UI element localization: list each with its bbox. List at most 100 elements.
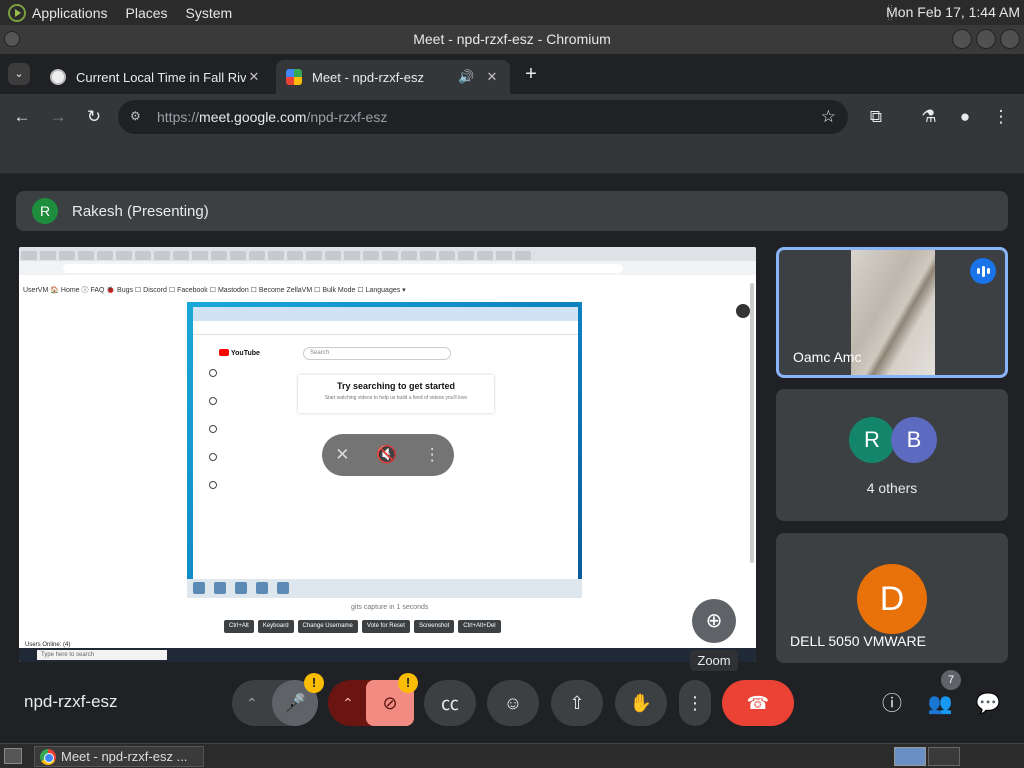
- participant-name: Oamc Amc: [793, 349, 862, 365]
- people-count-badge: 7: [941, 670, 961, 690]
- youtube-empty-card: Try searching to get started Start watch…: [298, 375, 494, 413]
- forward-arrow-icon[interactable]: →: [47, 106, 69, 128]
- presenter-avatar: R: [32, 198, 58, 224]
- minimize-button[interactable]: [952, 29, 972, 49]
- emoji-icon: ☺: [503, 692, 523, 713]
- panel-clock[interactable]: Mon Feb 17, 1:44 AM: [886, 4, 1020, 20]
- pinned-tile-controls: ✕ 🔇 ⋮: [322, 434, 454, 476]
- vm-button: Screenshot: [413, 620, 455, 633]
- new-tab-button[interactable]: +: [520, 64, 542, 86]
- meeting-info-icon[interactable]: ⓘ: [879, 691, 905, 717]
- google-meet-favicon-icon: [286, 69, 302, 85]
- zoom-in-icon[interactable]: ⊕: [692, 599, 736, 643]
- raise-hand-button[interactable]: ✋: [615, 680, 667, 726]
- chat-icon[interactable]: 💬: [975, 691, 1001, 717]
- participant-camera-feed: [851, 250, 935, 375]
- mic-warning-icon[interactable]: !: [304, 673, 324, 693]
- taskbar-chromium-window[interactable]: Meet - npd-rzxf-esz ...: [34, 746, 204, 767]
- site-info-icon[interactable]: ⚙: [130, 109, 146, 125]
- bookmark-star-icon[interactable]: ☆: [821, 107, 836, 127]
- address-bar[interactable]: ⚙ https://meet.google.com/npd-rzxf-esz ☆: [118, 100, 848, 134]
- shared-browser-addressbar: [19, 261, 756, 275]
- participant-tile-oamc[interactable]: Oamc Amc: [776, 247, 1008, 378]
- workspace-1[interactable]: [894, 747, 926, 766]
- vm-button: Keyboard: [257, 620, 294, 633]
- vm-button: Ctrl+Alt+Del: [458, 620, 501, 633]
- profile-icon[interactable]: ●: [954, 106, 976, 128]
- shared-scrollbar: [750, 283, 754, 563]
- vm-button: Change Username: [297, 620, 358, 633]
- video-options-chevron-icon[interactable]: ⌃: [342, 695, 354, 712]
- applications-menu[interactable]: Applications: [32, 5, 108, 21]
- close-tab-icon[interactable]: ✕: [484, 69, 500, 85]
- tab-google-meet[interactable]: Meet - npd-rzxf-esz 🔊 ✕: [276, 60, 510, 94]
- show-desktop-icon[interactable]: [4, 748, 22, 764]
- participant-tile-others[interactable]: R B 4 others: [776, 389, 1008, 521]
- present-screen-button[interactable]: ⇧: [551, 680, 603, 726]
- places-menu[interactable]: Places: [126, 5, 168, 21]
- taskbar-window-title: Meet - npd-rzxf-esz ...: [61, 749, 188, 764]
- extensions-puzzle-icon[interactable]: ⧉: [865, 106, 887, 128]
- window-menu-button[interactable]: [4, 31, 20, 47]
- maximize-button[interactable]: [976, 29, 996, 49]
- shared-taskbar-search: Type here to search: [37, 650, 167, 660]
- gnome-foot-icon[interactable]: [8, 3, 26, 22]
- shared-windows-taskbar: Type here to search: [19, 648, 756, 662]
- youtube-search-box: Search: [303, 347, 451, 360]
- participant-avatar: R: [849, 417, 895, 463]
- participant-avatar: B: [891, 417, 937, 463]
- window-titlebar[interactable]: Meet - npd-rzxf-esz - Chromium: [0, 25, 1024, 54]
- reactions-button[interactable]: ☺: [487, 680, 539, 726]
- speaking-indicator-icon: [970, 258, 996, 284]
- zoom-tooltip: Zoom: [690, 650, 738, 671]
- url-text[interactable]: https://meet.google.com/npd-rzxf-esz: [157, 109, 387, 125]
- more-vert-icon: ⋮: [686, 692, 704, 713]
- meet-stage: R Rakesh (Presenting) UserVM 🏠 Home ⓘ FA…: [0, 175, 1024, 743]
- close-tab-icon[interactable]: ✕: [246, 69, 262, 85]
- others-label: 4 others: [866, 480, 918, 496]
- youtube-empty-subtext: Start watching videos to help us build a…: [324, 395, 468, 401]
- window-title: Meet - npd-rzxf-esz - Chromium: [413, 31, 611, 47]
- presenter-bar: R Rakesh (Presenting): [16, 191, 1008, 231]
- tab-audio-playing-icon[interactable]: 🔊: [458, 69, 476, 85]
- tab-current-local-time[interactable]: Current Local Time in Fall Riv ✕: [40, 60, 272, 94]
- camera-warning-icon[interactable]: !: [398, 673, 418, 693]
- tab-search-button[interactable]: ⌄: [8, 63, 30, 85]
- browser-menu-icon[interactable]: ⋮: [990, 106, 1012, 128]
- shared-browser-tabbar: [19, 247, 756, 261]
- back-arrow-icon[interactable]: ←: [11, 106, 33, 128]
- chromium-icon: [40, 749, 56, 765]
- browser-toolbar: ← → ↻ ⚙ https://meet.google.com/npd-rzxf…: [0, 94, 1024, 140]
- meeting-code: npd-rzxf-esz: [24, 692, 118, 711]
- close-window-button[interactable]: [1000, 29, 1020, 49]
- workspace-2[interactable]: [928, 747, 960, 766]
- clock-favicon-icon: [50, 69, 66, 85]
- mute-tile-audio-icon[interactable]: 🔇: [376, 445, 397, 465]
- youtube-sidebar: [203, 369, 223, 509]
- tab-title: Current Local Time in Fall Riv: [76, 69, 246, 85]
- gnome-top-panel: Applications Places System Mon Feb 17, 1…: [0, 0, 1024, 25]
- audio-options-chevron-icon[interactable]: ⌃: [246, 695, 258, 712]
- system-menu[interactable]: System: [186, 5, 233, 21]
- participant-tile-dell[interactable]: D DELL 5050 VMWARE: [776, 533, 1008, 663]
- participant-avatar: D: [857, 564, 927, 634]
- vm-button: Ctrl+Alt: [224, 620, 254, 633]
- participant-name: DELL 5050 VMWARE: [790, 633, 926, 649]
- leave-call-button[interactable]: ☎: [722, 680, 794, 726]
- shared-bookmarks-bar: UserVM 🏠 Home ⓘ FAQ 🐞 Bugs ☐ Discord ☐ F…: [23, 287, 406, 294]
- captions-icon: ㏄: [441, 694, 459, 714]
- reload-icon[interactable]: ↻: [83, 106, 105, 128]
- shared-screen[interactable]: UserVM 🏠 Home ⓘ FAQ 🐞 Bugs ☐ Discord ☐ F…: [19, 247, 756, 662]
- tab-title: Meet - npd-rzxf-esz: [312, 69, 424, 85]
- captions-button[interactable]: ㏄: [424, 680, 476, 726]
- toolbar-extension-area: [0, 140, 1024, 174]
- youtube-empty-heading: Try searching to get started: [336, 381, 456, 391]
- more-options-icon[interactable]: ⋮: [424, 445, 441, 465]
- unpin-icon[interactable]: ✕: [335, 445, 349, 465]
- more-options-button[interactable]: ⋮: [679, 680, 711, 726]
- labs-flask-icon[interactable]: ⚗: [918, 106, 940, 128]
- people-icon[interactable]: 👥: [927, 691, 953, 717]
- youtube-logo: YouTube: [219, 349, 260, 357]
- browser-tab-strip: ⌄ Current Local Time in Fall Riv ✕ Meet …: [0, 54, 1024, 94]
- shared-caption: gits capture in 1 seconds: [351, 604, 429, 611]
